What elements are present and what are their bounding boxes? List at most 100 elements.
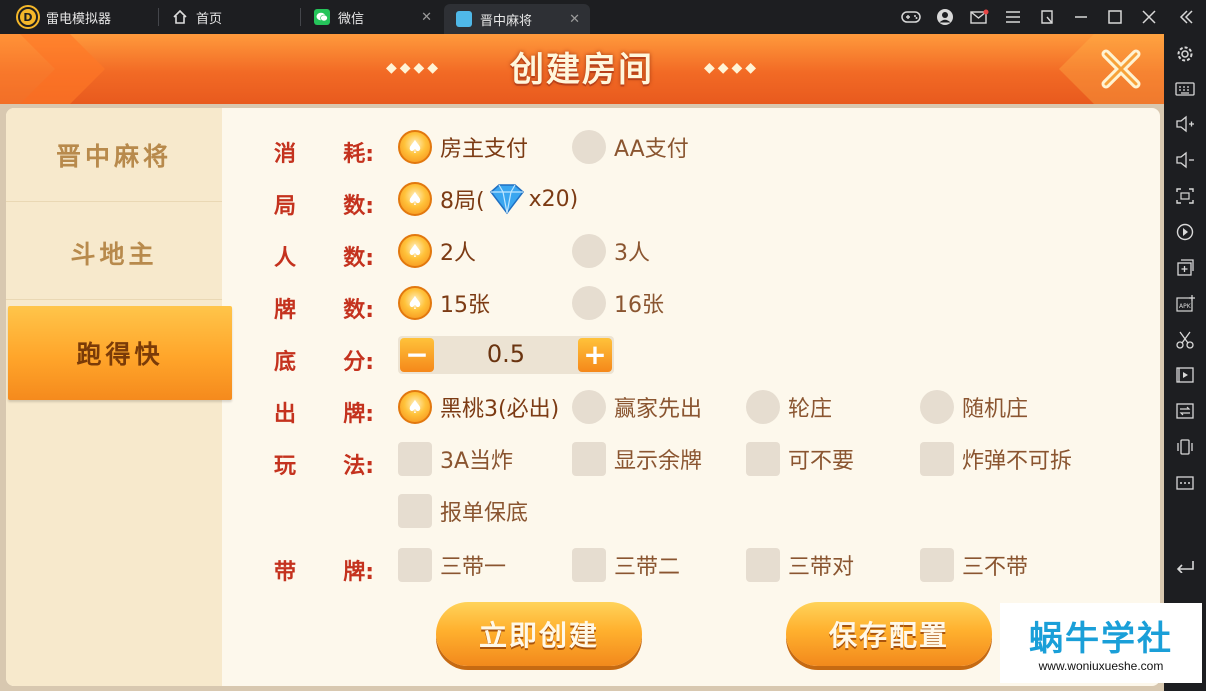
emulator-toolbar: APK: [1164, 34, 1206, 691]
option-label: 8局(: [440, 189, 485, 214]
save-config-button[interactable]: 保存配置: [786, 602, 992, 666]
radio-selected-icon: ♠: [398, 390, 432, 424]
nav-item-label: 晋中麻将: [55, 141, 172, 171]
emulator-title-bar: D 雷电模拟器 首页 微信 ✕ 晋中麻将 ✕: [0, 0, 1206, 34]
carry-three-two[interactable]: 三带二: [572, 548, 680, 582]
volume-up-icon[interactable]: [1164, 109, 1206, 139]
tab-home[interactable]: 首页: [160, 0, 298, 34]
cost-option-owner[interactable]: ♠ 房主支付: [398, 130, 528, 164]
radio-selected-icon: ♠: [398, 130, 432, 164]
account-icon[interactable]: [928, 0, 962, 34]
checkbox-icon: [398, 494, 432, 528]
base-score-label: 底分:: [274, 350, 374, 375]
settings-icon[interactable]: [1164, 39, 1206, 69]
base-score-value: 0.5: [486, 340, 526, 368]
shared-folder-icon[interactable]: [1164, 396, 1206, 426]
nav-item-paodekuai[interactable]: 跑得快: [8, 306, 232, 400]
increase-button[interactable]: +: [578, 338, 612, 372]
back-icon[interactable]: [1164, 550, 1206, 580]
option-label: 三带一: [440, 555, 507, 580]
leidian-logo-icon: D: [18, 7, 38, 27]
rule-3a-bomb[interactable]: 3A当炸: [398, 442, 513, 476]
watermark-url: www.woniuxueshe.com: [1038, 659, 1164, 673]
volume-down-icon[interactable]: [1164, 145, 1206, 175]
video-record-icon[interactable]: [1164, 360, 1206, 390]
mail-icon[interactable]: [962, 0, 996, 34]
gamepad-icon[interactable]: [894, 0, 928, 34]
rounds-option-8[interactable]: ♠ 8局( x20): [398, 182, 578, 216]
option-label: 可不要: [788, 449, 855, 474]
room-options-form: 消耗: ♠ 房主支付 AA支付 局数: ♠ 8局( x20) 人数: ♠ 2人: [222, 108, 1160, 686]
window-controls: [894, 0, 1206, 34]
radio-selected-icon: ♠: [398, 182, 432, 216]
multi-instance-icon[interactable]: [1164, 253, 1206, 283]
rule-single-guarantee[interactable]: 报单保底: [398, 494, 528, 528]
home-icon: [173, 9, 187, 24]
dialog-close-icon[interactable]: [1098, 46, 1144, 92]
checkbox-icon: [398, 548, 432, 582]
option-label: 炸弹不可拆: [962, 449, 1073, 474]
cards-option-15[interactable]: ♠ 15张: [398, 286, 490, 320]
option-label: 显示余牌: [614, 449, 703, 474]
lead-option-rotate[interactable]: 轮庄: [746, 390, 832, 424]
keyboard-icon[interactable]: [1164, 74, 1206, 104]
checkbox-icon: [920, 442, 954, 476]
option-label: 三不带: [962, 555, 1029, 580]
carry-label: 带牌:: [274, 560, 374, 585]
watermark: 蜗牛学社 www.woniuxueshe.com: [1000, 603, 1202, 683]
tab-close-icon[interactable]: ✕: [569, 12, 580, 27]
tab-game[interactable]: 晋中麻将 ✕: [444, 4, 590, 34]
decrease-button[interactable]: −: [400, 338, 434, 372]
rule-may-pass[interactable]: 可不要: [746, 442, 854, 476]
tab-label: 晋中麻将: [480, 13, 533, 29]
lead-option-winner[interactable]: 赢家先出: [572, 390, 702, 424]
carry-three-pair[interactable]: 三带对: [746, 548, 854, 582]
dialog-header: ◆◆◆◆ 创建房间 ◆◆◆◆: [0, 34, 1164, 104]
gem-cost: x20): [528, 186, 579, 212]
sync-icon[interactable]: [1164, 217, 1206, 247]
checkbox-icon: [398, 442, 432, 476]
rule-bomb-unsplittable[interactable]: 炸弹不可拆: [920, 442, 1072, 476]
players-option-3[interactable]: 3人: [572, 234, 650, 268]
players-option-2[interactable]: ♠ 2人: [398, 234, 476, 268]
game-viewport: ◆◆◆◆ 创建房间 ◆◆◆◆ 晋中麻将 斗地主 跑得快 消耗: ♠ 房主支付 A…: [0, 34, 1164, 691]
maximize-icon[interactable]: [1098, 0, 1132, 34]
close-icon[interactable]: [1132, 0, 1166, 34]
tab-close-icon[interactable]: ✕: [421, 10, 432, 25]
lead-option-spade3[interactable]: ♠ 黑桃3(必出): [398, 390, 559, 424]
restore-icon[interactable]: [1030, 0, 1064, 34]
nav-item-doudizhu[interactable]: 斗地主: [6, 206, 222, 300]
radio-icon: [572, 390, 606, 424]
cost-option-aa[interactable]: AA支付: [572, 130, 689, 164]
more-icon[interactable]: [1164, 468, 1206, 498]
tab-leidian[interactable]: D 雷电模拟器: [6, 0, 156, 34]
lead-option-random[interactable]: 随机庄: [920, 390, 1028, 424]
tab-wechat[interactable]: 微信 ✕: [302, 0, 442, 34]
menu-icon[interactable]: [996, 0, 1030, 34]
apk-install-icon[interactable]: APK: [1164, 289, 1206, 319]
minimize-icon[interactable]: [1064, 0, 1098, 34]
carry-three-one[interactable]: 三带一: [398, 548, 506, 582]
option-label: 房主支付: [440, 137, 529, 162]
option-label: 3A当炸: [440, 449, 514, 474]
radio-selected-icon: ♠: [398, 234, 432, 268]
nav-item-jinzhong-mahjong[interactable]: 晋中麻将: [6, 108, 222, 202]
checkbox-icon: [572, 442, 606, 476]
scissors-icon[interactable]: [1164, 325, 1206, 355]
carry-three-none[interactable]: 三不带: [920, 548, 1028, 582]
shake-icon[interactable]: [1164, 432, 1206, 462]
tab-separator: [300, 8, 301, 26]
radio-selected-icon: ♠: [398, 286, 432, 320]
radio-icon: [920, 390, 954, 424]
nav-item-label: 跑得快: [76, 340, 164, 369]
rule-show-remaining[interactable]: 显示余牌: [572, 442, 702, 476]
tab-label: 雷电模拟器: [46, 11, 112, 27]
tab-label: 首页: [196, 11, 223, 27]
fullscreen-icon[interactable]: [1164, 181, 1206, 211]
cards-option-16[interactable]: 16张: [572, 286, 664, 320]
tab-label: 微信: [338, 11, 365, 27]
cards-label: 牌数:: [274, 298, 374, 323]
checkbox-icon: [746, 442, 780, 476]
create-room-button[interactable]: 立即创建: [436, 602, 642, 666]
collapse-icon[interactable]: [1166, 0, 1206, 34]
